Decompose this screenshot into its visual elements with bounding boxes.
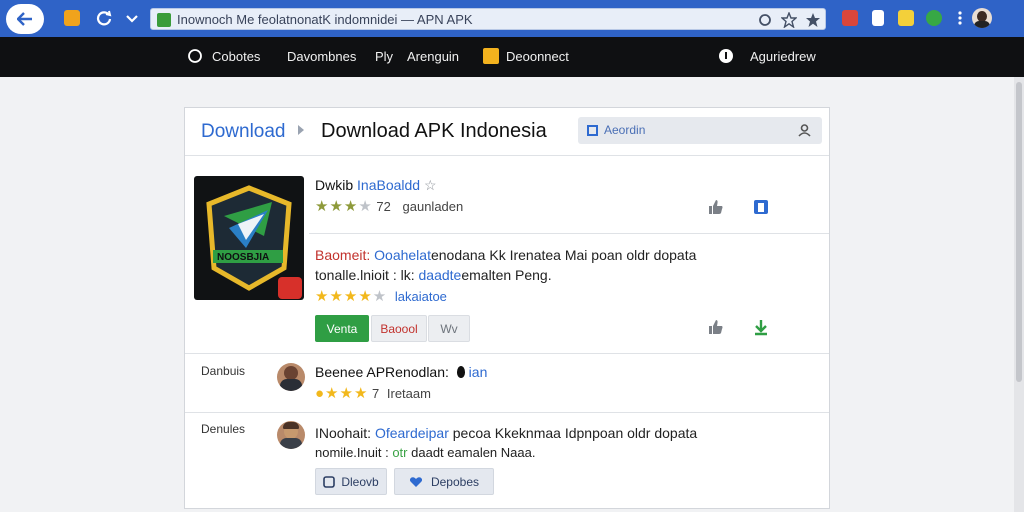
thumbs-up-icon[interactable]	[707, 198, 725, 216]
rating-count: 72	[376, 199, 391, 214]
description-label: Baomeit:	[315, 247, 371, 263]
reply-icon	[323, 475, 336, 488]
rating-stars-icon: ★★★★★	[315, 288, 388, 305]
ext-green-icon[interactable]	[926, 10, 942, 26]
search-input[interactable]: Aeordin	[578, 117, 822, 144]
comment-text: pecoa Kkeknmaa Idpnpoan oldr dopata	[452, 425, 698, 441]
star-icon[interactable]	[781, 12, 797, 28]
ext-share-icon[interactable]	[872, 10, 884, 26]
menu-dots-icon[interactable]	[952, 10, 968, 26]
comment-text: daadt	[411, 445, 444, 460]
app-rating-secondary: ★★★★★ lakaiatoe	[315, 287, 447, 305]
user-icon	[719, 49, 733, 63]
depobes-button-label: Depobes	[430, 474, 480, 489]
heart-icon	[409, 476, 423, 487]
profile-avatar[interactable]	[972, 8, 992, 28]
divider	[185, 353, 829, 354]
comment-text: nomile.Inuit :	[315, 445, 389, 460]
scrollbar-thumb[interactable]	[1016, 82, 1022, 382]
site-navigation: Cobotes Davombnes Ply Arenguin Deoonnect…	[0, 37, 1024, 77]
comment-title-suffix: ian	[468, 364, 488, 380]
app-description-line1: Baomeit: Ooahelatenodana Kk Irenatea Mai…	[315, 245, 696, 265]
comment-highlight: otr	[392, 445, 408, 460]
nav-item[interactable]: Ply	[375, 49, 393, 64]
search-box-icon	[587, 125, 598, 136]
reload-icon[interactable]	[96, 10, 112, 26]
ext-folder-icon[interactable]	[898, 10, 914, 26]
drop-icon	[456, 366, 465, 378]
site-favicon-icon	[157, 13, 171, 27]
favorite-star-icon[interactable]: ☆	[424, 177, 437, 193]
comment-title-text: Beenee APRenodlan:	[315, 364, 449, 380]
secondary-action-button[interactable]: Baoool	[371, 315, 427, 342]
app-name-highlight: InaBoaldd	[357, 177, 421, 193]
rating-stars-icon: ●★★★	[315, 385, 369, 402]
comment-text: eamalen Naaa.	[447, 445, 536, 460]
refresh-icon[interactable]	[757, 12, 773, 28]
commenter-avatar[interactable]	[277, 421, 305, 449]
reply-button-label: Dleovb	[341, 474, 379, 489]
browser-toolbar: Inownoch Me feolatnonatK indomnidei — AP…	[0, 0, 1024, 37]
connect-icon	[483, 48, 499, 64]
reply-button[interactable]: Dleovb	[315, 468, 387, 495]
comment-side-label: Denules	[201, 422, 246, 436]
depobes-button[interactable]: Depobes	[394, 468, 494, 495]
like-icon[interactable]	[707, 318, 725, 336]
breadcrumb-separator-icon	[298, 125, 304, 135]
comment-highlight: Ofeardeipar	[374, 425, 449, 441]
bookmark-star-icon[interactable]	[805, 12, 821, 28]
video-badge-icon	[278, 277, 302, 299]
app-rating: ★★★★ 72 gaunladen	[315, 197, 463, 215]
description-highlight: daadte	[418, 267, 462, 283]
primary-action-button[interactable]: Venta	[315, 315, 369, 342]
person-search-icon[interactable]	[798, 124, 811, 137]
description-text: enodana Kk Irenatea Mai poan oldr dopata	[430, 247, 697, 263]
app-name-prefix: Dwkib	[315, 177, 354, 193]
rating-stars-icon: ★★★★	[315, 198, 373, 215]
nav-item[interactable]: Cobotes	[212, 49, 260, 64]
ext-red-icon[interactable]	[842, 10, 858, 26]
page-title: Download APK Indonesia	[321, 120, 547, 142]
app-name: Dwkib InaBoaldd ☆	[315, 177, 437, 194]
comment-rating: ●★★★ 7 Iretaam	[315, 384, 431, 402]
description-text: tonalle.lnioit :	[315, 267, 397, 283]
app-icon[interactable]: NOOSBJIA	[194, 176, 304, 300]
comment-title: Beenee APRenodlan: ian	[315, 364, 487, 380]
comment-label: INoohait:	[315, 425, 372, 441]
chevron-down-icon[interactable]	[124, 10, 140, 26]
comment-text-line1: INoohait: Ofeardeipar pecoa Kkeknmaa Idp…	[315, 423, 697, 443]
download-icon[interactable]	[752, 318, 770, 336]
logo-circle-icon	[188, 49, 202, 63]
back-button[interactable]	[6, 4, 44, 34]
description-text: emalten Peng.	[461, 267, 552, 283]
search-placeholder: Aeordin	[604, 123, 646, 137]
comment-text-line2: nomile.Inuit : otr daadt eamalen Naaa.	[315, 443, 535, 463]
rating-label: gaunladen	[402, 199, 464, 214]
download-panel: Download Download APK Indonesia Aeordin …	[184, 107, 830, 509]
comment-side-label: Danbuis	[201, 364, 246, 378]
divider	[309, 233, 829, 234]
panel-header: Download Download APK Indonesia Aeordin	[185, 108, 829, 156]
rating-count: 7	[372, 386, 380, 401]
bookmark-icon[interactable]	[752, 198, 770, 216]
account-link[interactable]: Aguriedrew	[750, 49, 816, 64]
rating-label: lakaiatoe	[394, 289, 447, 304]
description-text: lk:	[400, 267, 415, 283]
extension-icon[interactable]	[64, 10, 80, 26]
divider	[185, 412, 829, 413]
breadcrumb-download[interactable]: Download	[201, 121, 286, 143]
svg-text:NOOSBJIA: NOOSBJIA	[217, 252, 269, 263]
address-bar[interactable]: Inownoch Me feolatnonatK indomnidei — AP…	[150, 8, 826, 30]
nav-item[interactable]: Arenguin	[407, 49, 459, 64]
app-description-line2: tonalle.lnioit : lk: daadteemalten Peng.	[315, 265, 552, 285]
commenter-avatar[interactable]	[277, 363, 305, 391]
address-text: Inownoch Me feolatnonatK indomnidei — AP…	[177, 12, 473, 27]
nav-item[interactable]: Davombnes	[287, 49, 356, 64]
nav-item[interactable]: Deoonnect	[506, 49, 569, 64]
back-arrow-icon	[17, 12, 32, 26]
tertiary-action-button[interactable]: Wv	[428, 315, 470, 342]
description-highlight: Ooahelat	[374, 247, 431, 263]
rating-label: Iretaam	[386, 386, 431, 401]
